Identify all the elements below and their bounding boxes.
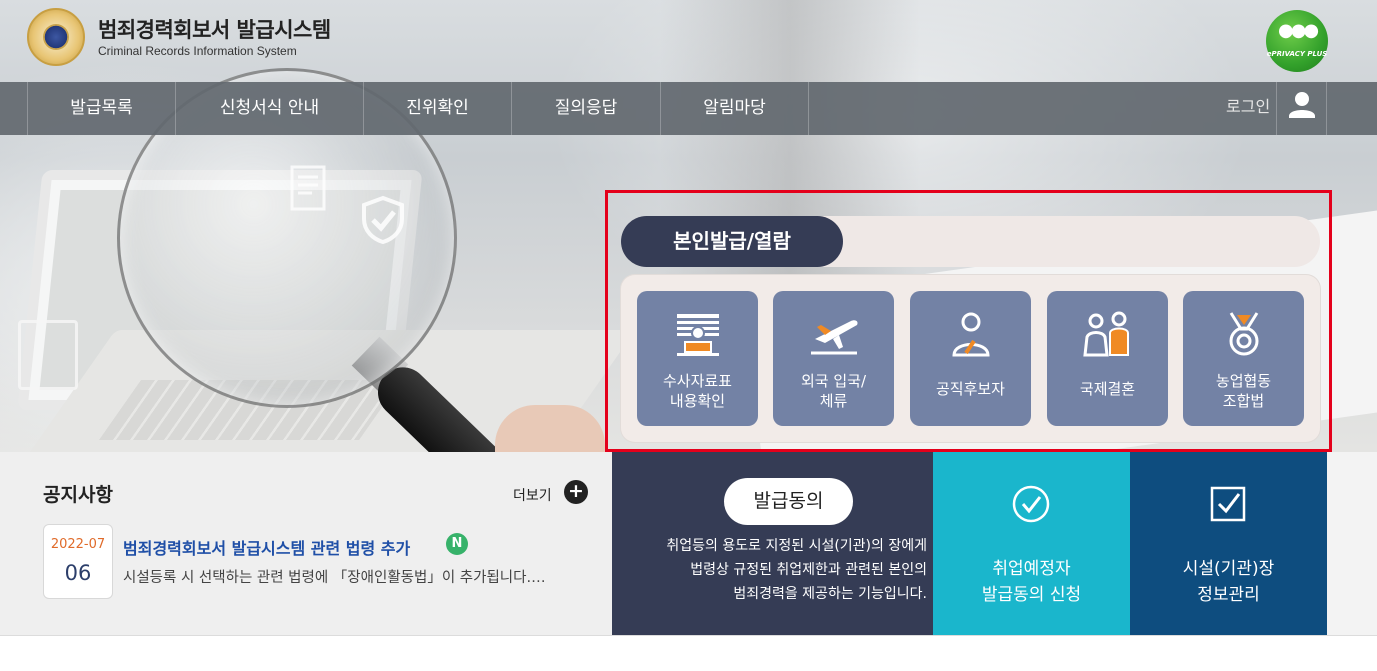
nav-qna[interactable]: 질의응답 xyxy=(511,82,660,135)
notice-date-day: 06 xyxy=(64,561,92,585)
check-square-icon xyxy=(1210,486,1246,522)
notice-headline-link[interactable]: 범죄경력회보서 발급시스템 관련 법령 추가 xyxy=(123,535,410,559)
people-icon: ●●● xyxy=(1278,20,1319,41)
doc-lines-icon xyxy=(290,165,326,211)
facility-tile[interactable]: 시설(기관)장 정보관리 xyxy=(1130,452,1327,635)
login-button[interactable] xyxy=(1276,82,1327,135)
right-strip xyxy=(1327,452,1377,635)
consent-panel: 발급동의 취업등의 용도로 지정된 시설(기관)의 장에게 법령상 규정된 취업… xyxy=(612,452,933,635)
consent-button[interactable]: 발급동의 xyxy=(724,478,853,525)
consent-description: 취업등의 용도로 지정된 시설(기관)의 장에게 법령상 규정된 취업제한과 관… xyxy=(666,538,927,602)
main-nav: 발급목록 신청서식 안내 진위확인 질의응답 알림마당 로그인 xyxy=(0,82,1377,135)
check-circle-icon xyxy=(1012,485,1050,523)
notice-date: 2022-07 06 xyxy=(43,524,113,599)
plus-icon[interactable]: + xyxy=(564,480,588,504)
notice-title: 공지사항 xyxy=(43,484,113,506)
new-badge: N xyxy=(446,533,468,555)
user-icon xyxy=(1289,92,1315,118)
document-illustration xyxy=(18,320,78,390)
login-link[interactable]: 로그인 xyxy=(1226,82,1270,135)
more-link[interactable]: 더보기 xyxy=(513,485,552,505)
notice-summary[interactable]: 시설등록 시 선택하는 관련 법령에 「장애인활동법」이 추가됩니다.… xyxy=(123,566,588,587)
eprivacy-badge[interactable]: ●●● ePRIVACY PLUS xyxy=(1266,10,1328,72)
job-applicant-label: 취업예정자 발급동의 신청 xyxy=(981,559,1082,605)
site-title[interactable]: 범죄경력회보서 발급시스템 xyxy=(98,14,331,44)
nav-form-guide[interactable]: 신청서식 안내 xyxy=(175,82,363,135)
facility-label: 시설(기관)장 정보관리 xyxy=(1182,559,1275,605)
shield-check-icon xyxy=(362,195,404,245)
nav-verify[interactable]: 진위확인 xyxy=(363,82,511,135)
divider xyxy=(0,635,1377,636)
job-applicant-tile[interactable]: 취업예정자 발급동의 신청 xyxy=(933,452,1130,635)
site-header: 범죄경력회보서 발급시스템 Criminal Records Informati… xyxy=(0,0,1377,82)
highlight-frame xyxy=(605,190,1332,452)
nav-notice-board[interactable]: 알림마당 xyxy=(660,82,809,135)
notice-date-month: 2022-07 xyxy=(50,537,106,552)
nav-issue-list[interactable]: 발급목록 xyxy=(27,82,175,135)
police-emblem-logo[interactable] xyxy=(27,8,85,66)
site-subtitle: Criminal Records Information System xyxy=(98,44,297,58)
